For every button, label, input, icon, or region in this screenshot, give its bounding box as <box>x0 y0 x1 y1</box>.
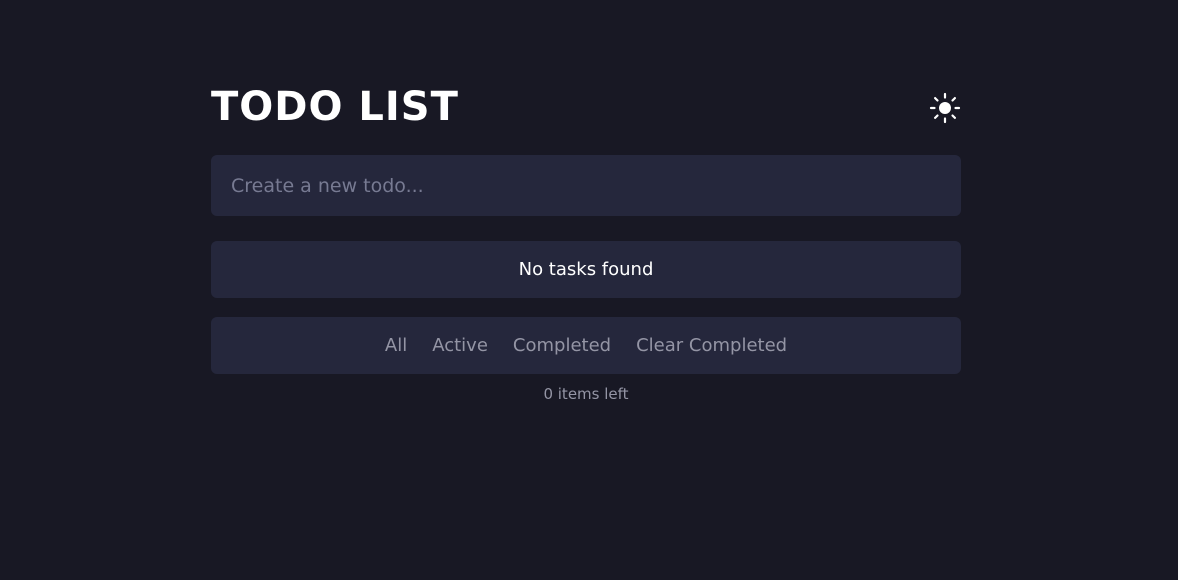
filter-completed-button[interactable]: Completed <box>513 335 611 356</box>
clear-completed-button[interactable]: Clear Completed <box>636 335 787 356</box>
items-left-count: 0 items left <box>543 385 629 403</box>
filter-all-button[interactable]: All <box>385 335 407 356</box>
filter-active-button[interactable]: Active <box>432 335 488 356</box>
sun-icon <box>929 92 961 124</box>
theme-toggle-button[interactable] <box>929 92 961 124</box>
empty-state-message: No tasks found <box>518 259 654 280</box>
todo-list: No tasks found <box>211 241 961 298</box>
header: TODO LIST <box>211 82 961 132</box>
page-title: TODO LIST <box>211 84 459 130</box>
filter-bar: All Active Completed Clear Completed <box>211 317 961 374</box>
new-todo-input[interactable] <box>211 155 961 216</box>
